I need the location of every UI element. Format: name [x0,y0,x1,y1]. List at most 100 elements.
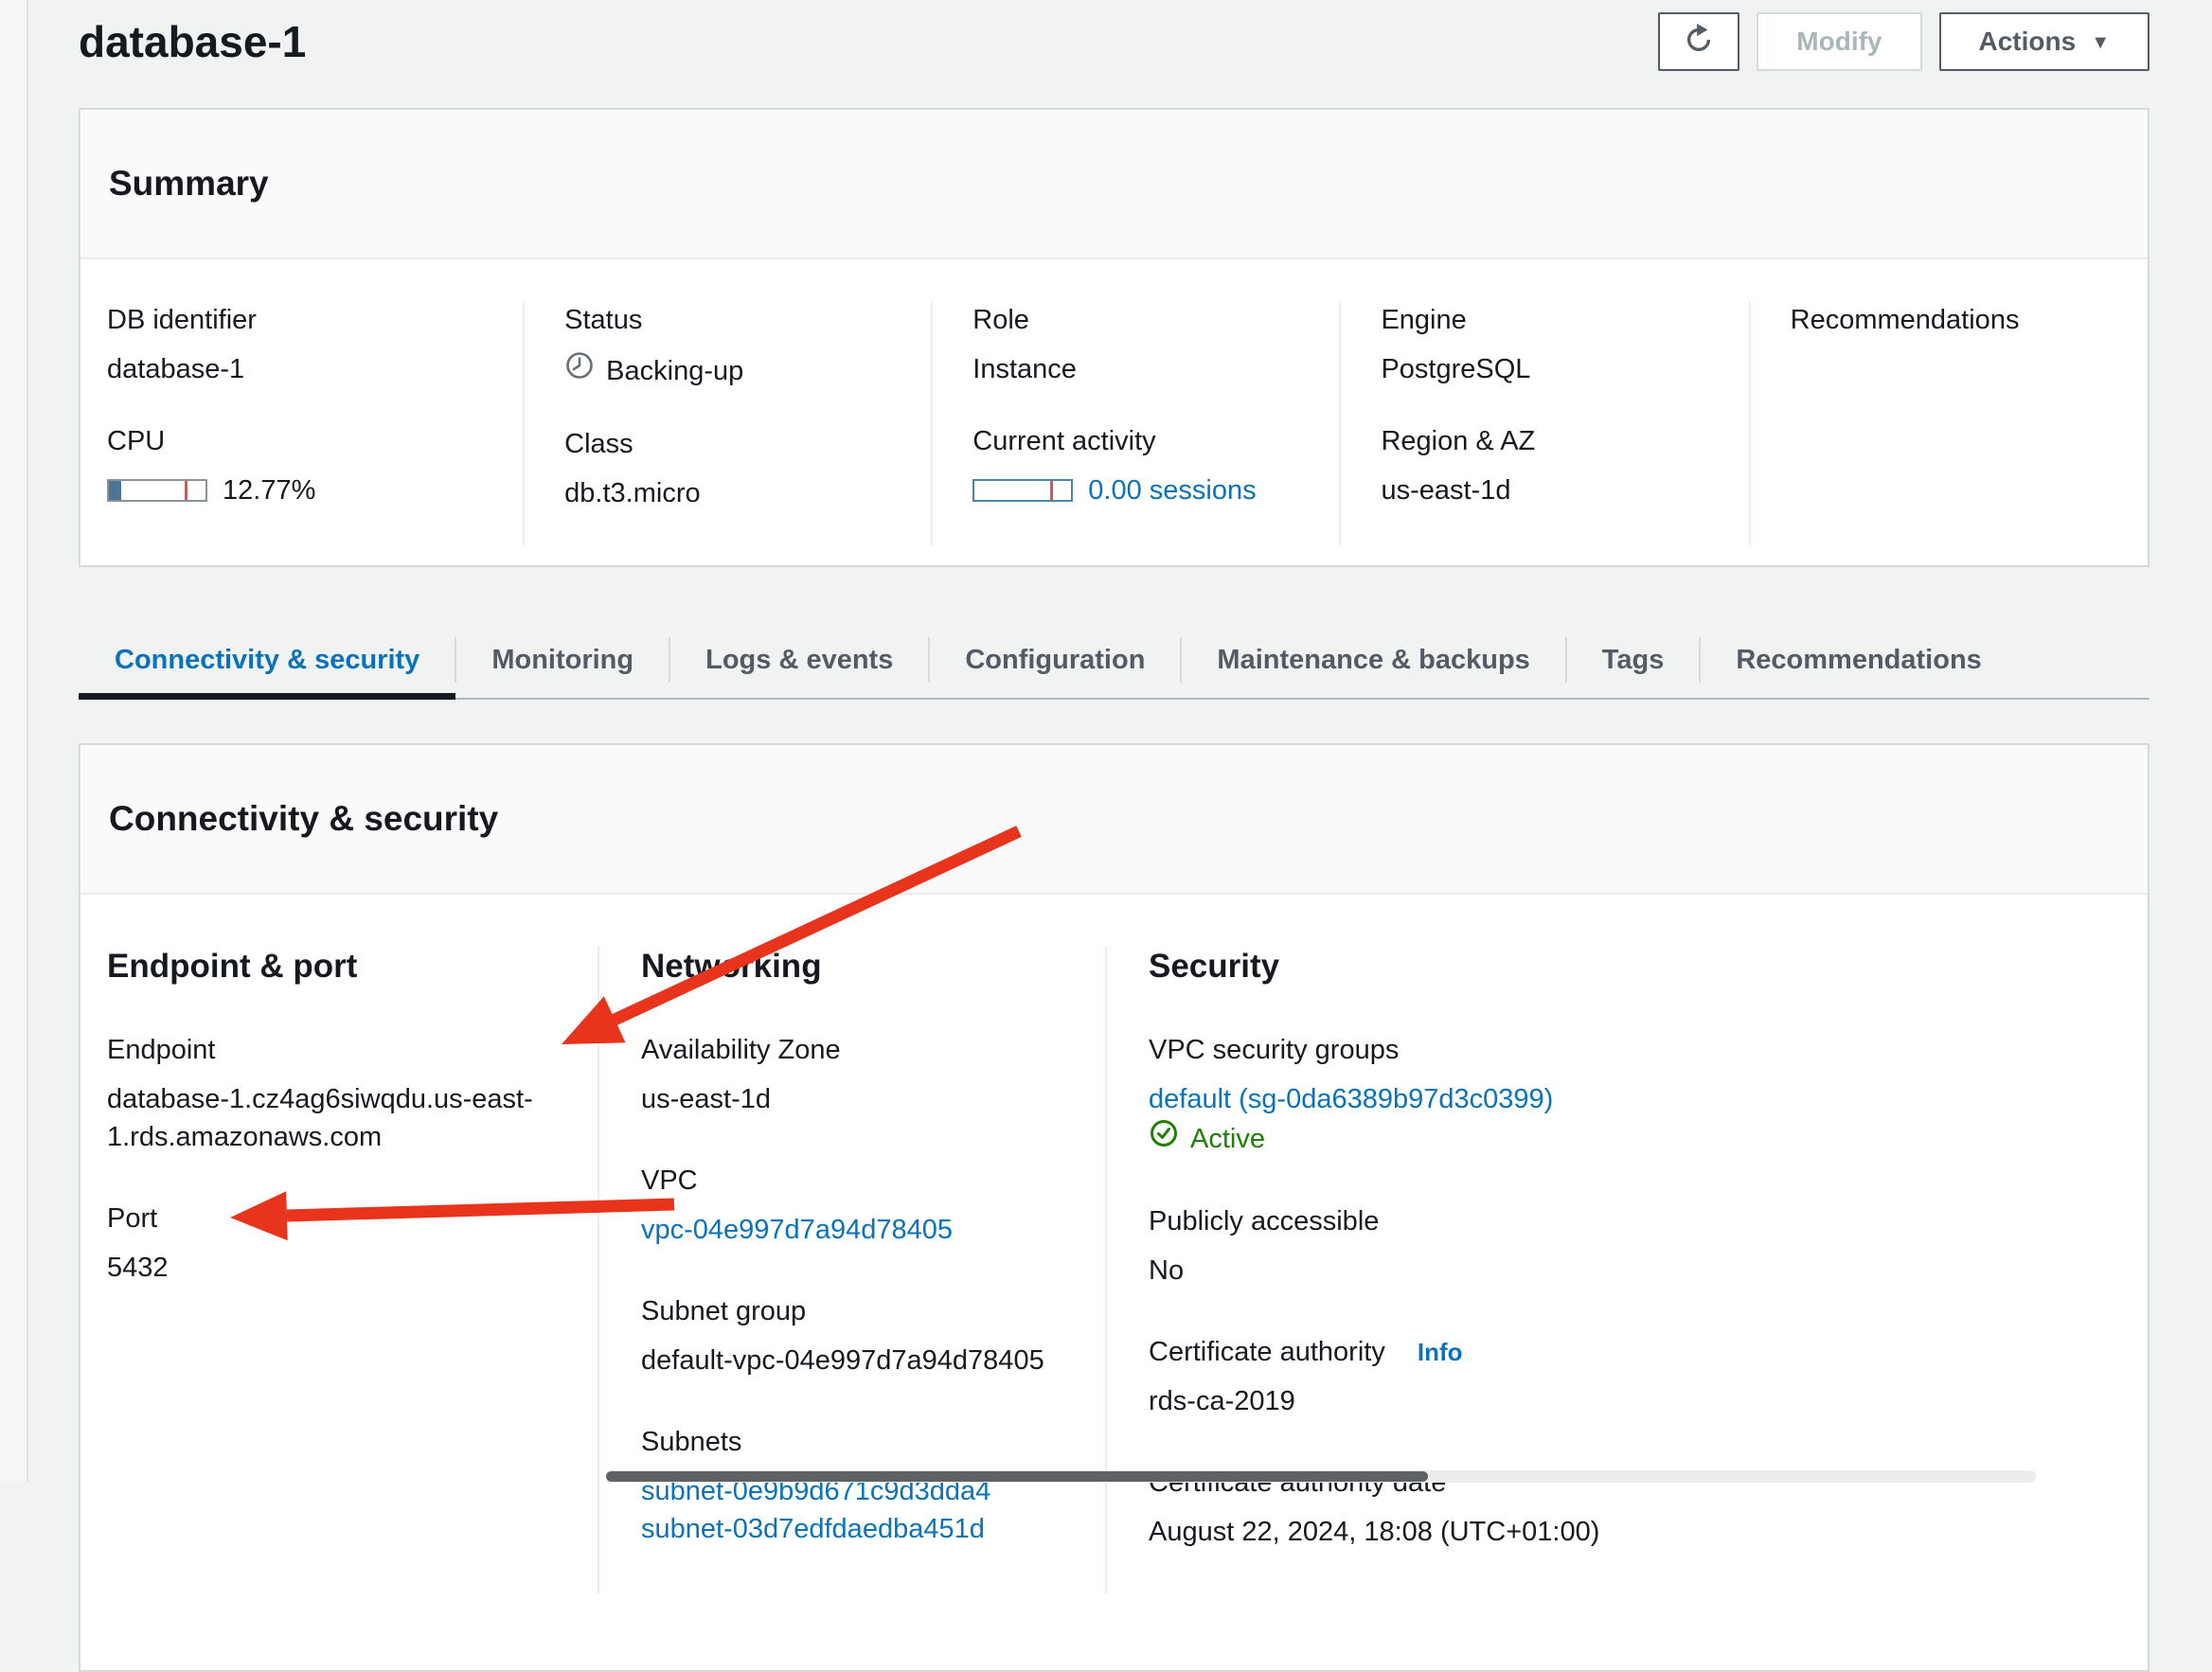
cpu-threshold-marker [185,481,187,500]
cpu-meter [107,479,207,502]
publicly-accessible-value: No [1149,1252,2119,1290]
class-label: Class [564,425,904,463]
engine-field: Engine PostgreSQL [1381,301,1721,388]
port-label: Port [107,1200,569,1237]
networking-title: Networking [641,946,1077,987]
modify-button[interactable]: Modify [1757,12,1921,71]
db-identifier-label: DB identifier [107,301,496,339]
summary-content: DB identifier database-1 CPU 12.77% [80,259,2148,565]
actions-button[interactable]: Actions ▼ [1939,12,2150,71]
availability-zone-value: us-east-1d [641,1080,1077,1118]
availability-zone-field: Availability Zone us-east-1d [641,1031,1077,1118]
detail-tabs: Connectivity & security Monitoring Logs … [79,622,2150,700]
summary-title: Summary [109,163,2119,205]
endpoint-port-column: Endpoint & port Endpoint database-1.cz4a… [80,946,598,1594]
subnets-label: Subnets [641,1423,1077,1461]
engine-value: PostgreSQL [1381,350,1721,388]
role-label: Role [972,301,1312,339]
region-az-label: Region & AZ [1381,422,1721,460]
certificate-authority-field: Certificate authority Info rds-ca-2019 [1149,1333,2119,1420]
class-field: Class db.t3.micro [564,425,904,512]
vpc-field: VPC vpc-04e997d7a94d78405 [641,1162,1077,1249]
vpc-security-groups-field: VPC security groups default (sg-0da6389b… [1149,1031,2119,1159]
summary-col-engine: Engine PostgreSQL Region & AZ us-east-1d [1339,301,1748,546]
current-activity-field: Current activity 0.00 sessions [972,422,1312,509]
tab-recommendations[interactable]: Recommendations [1700,622,2017,698]
horizontal-scrollbar [606,1470,2036,1483]
endpoint-port-title: Endpoint & port [107,946,569,987]
certificate-authority-label-text: Certificate authority [1149,1337,1385,1367]
endpoint-field: Endpoint database-1.cz4ag6siwqdu.us-east… [107,1031,569,1156]
certificate-authority-info-link[interactable]: Info [1418,1338,1463,1366]
subnet-group-label: Subnet group [641,1292,1077,1330]
publicly-accessible-label: Publicly accessible [1149,1202,2119,1240]
port-field: Port 5432 [107,1200,569,1287]
role-value: Instance [972,350,1312,388]
status-label: Status [564,301,904,339]
recommendations-label: Recommendations [1791,301,2121,339]
tab-configuration[interactable]: Configuration [929,622,1181,698]
certificate-authority-date-value: August 22, 2024, 18:08 (UTC+01:00) [1149,1513,2119,1551]
summary-panel-header: Summary [80,110,2148,259]
summary-panel: Summary DB identifier database-1 CPU [79,108,2150,567]
status-field: Status Backing-up [564,301,904,391]
vpc-label: VPC [641,1162,1077,1200]
connectivity-content: Endpoint & port Endpoint database-1.cz4a… [80,895,2148,1670]
tab-monitoring[interactable]: Monitoring [455,622,669,698]
subnet-group-value: default-vpc-04e997d7a94d78405 [641,1342,1077,1379]
security-group-link[interactable]: default (sg-0da6389b97d3c0399) [1149,1084,1553,1114]
status-value: Backing-up [606,352,743,390]
current-activity-label: Current activity [972,422,1312,460]
page-header: database-1 Modify Actions ▼ [79,0,2150,70]
refresh-icon [1683,23,1715,62]
region-az-field: Region & AZ us-east-1d [1381,422,1721,509]
chevron-down-icon: ▼ [2091,32,2110,54]
engine-label: Engine [1381,301,1721,339]
subnets-field: Subnets subnet-0e9b9d671c9d3dda4 subnet-… [641,1423,1077,1548]
horizontal-scrollbar-thumb[interactable] [606,1471,1428,1482]
summary-col-identifier: DB identifier database-1 CPU 12.77% [80,301,523,546]
tab-maintenance-backups[interactable]: Maintenance & backups [1181,622,1565,698]
cpu-field: CPU 12.77% [107,422,496,509]
certificate-authority-label: Certificate authority Info [1149,1333,2119,1371]
role-field: Role Instance [972,301,1312,388]
cpu-value: 12.77% [223,471,315,509]
cpu-label: CPU [107,422,496,460]
session-meter [972,479,1073,502]
connectivity-panel-header: Connectivity & security [80,745,2148,895]
networking-column: Networking Availability Zone us-east-1d … [598,946,1105,1594]
cpu-bar-fill [109,481,121,500]
refresh-button[interactable] [1658,12,1739,71]
page-title: database-1 [79,16,306,67]
clock-icon [564,350,595,391]
connectivity-panel-title: Connectivity & security [109,798,2119,840]
session-threshold-marker [1050,481,1053,500]
publicly-accessible-field: Publicly accessible No [1149,1202,2119,1290]
current-activity-value[interactable]: 0.00 sessions [1088,471,1256,509]
availability-zone-label: Availability Zone [641,1031,1077,1069]
summary-col-role: Role Instance Current activity 0.00 sess… [931,301,1339,546]
subnet-group-field: Subnet group default-vpc-04e997d7a94d784… [641,1292,1077,1379]
db-identifier-value: database-1 [107,350,496,388]
db-identifier-field: DB identifier database-1 [107,301,496,388]
actions-button-label: Actions [1979,27,2077,57]
tab-tags[interactable]: Tags [1566,622,1701,698]
security-group-status: Active [1190,1120,1265,1158]
recommendations-field: Recommendations [1791,301,2121,339]
header-actions: Modify Actions ▼ [1658,12,2150,71]
vpc-link[interactable]: vpc-04e997d7a94d78405 [641,1215,953,1245]
check-circle-icon [1149,1118,1179,1159]
vpc-security-groups-label: VPC security groups [1149,1031,2119,1069]
connectivity-security-panel: Connectivity & security Endpoint & port … [79,743,2150,1672]
tab-logs-events[interactable]: Logs & events [669,622,929,698]
security-title: Security [1149,946,2119,987]
certificate-authority-value: rds-ca-2019 [1149,1382,2119,1420]
summary-col-recommendations: Recommendations [1749,301,2148,546]
subnet-link-2[interactable]: subnet-03d7edfdaedba451d [641,1514,985,1544]
certificate-authority-date-label: Certificate authority date [1149,1464,2119,1502]
class-value: db.t3.micro [564,474,904,512]
endpoint-value: database-1.cz4ag6siwqdu.us-east-1.rds.am… [107,1080,543,1156]
security-column: Security VPC security groups default (sg… [1105,946,2148,1594]
tab-connectivity-security[interactable]: Connectivity & security [79,622,455,698]
endpoint-label: Endpoint [107,1031,569,1069]
